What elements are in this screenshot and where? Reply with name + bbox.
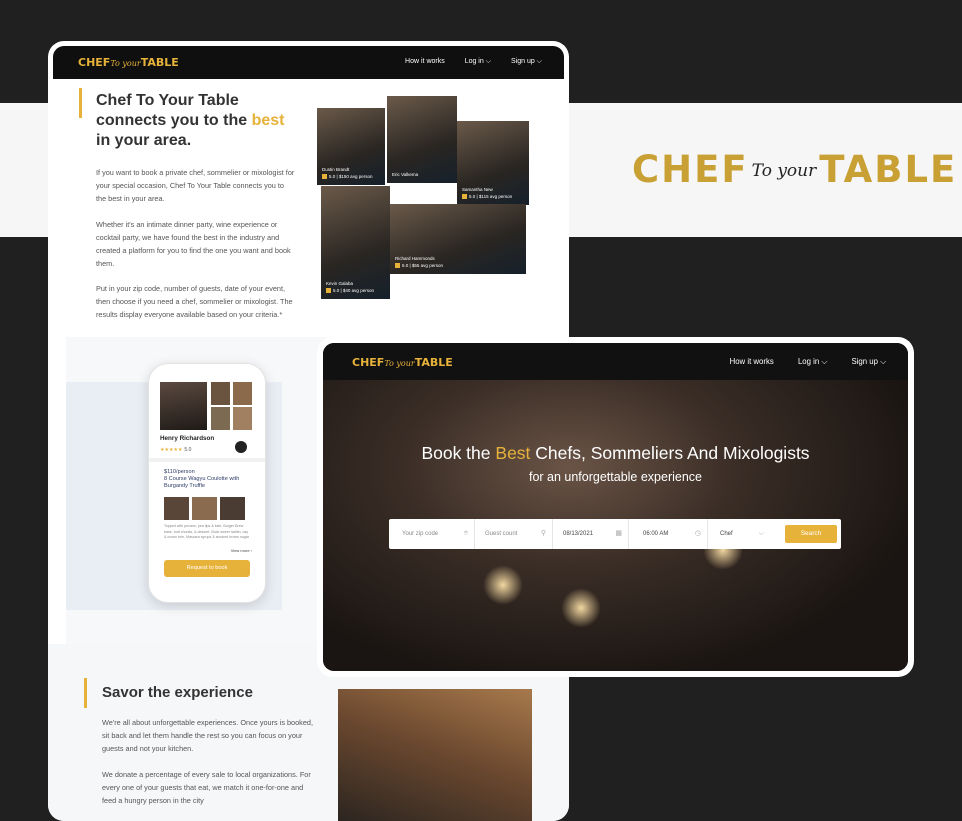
dish-thumb <box>192 497 217 520</box>
intro-title: Chef To Your Table connects you to the b… <box>96 92 285 149</box>
location-icon: ⌾ <box>463 530 468 537</box>
nav-logo[interactable]: CHEFTo yourTABLE <box>78 56 179 69</box>
savor-paragraph-2: We donate a percentage of every sale to … <box>102 770 311 805</box>
nav-signup[interactable]: Sign up ⌵ <box>851 357 886 366</box>
hero-headline: Book the Best Chefs, Sommeliers And Mixo… <box>421 443 810 463</box>
dish-photo <box>211 382 230 405</box>
dinner-party-photo <box>338 689 532 821</box>
chef-card[interactable]: Dustin Brandt 5.0 | $150 avg person <box>317 108 385 185</box>
savor-paragraph-1: We're all about unforgettable experience… <box>102 718 313 753</box>
view-more-link[interactable]: View more › <box>231 548 252 553</box>
chef-photo <box>160 382 207 430</box>
intro-paragraph-2: Whether it's an intimate dinner party, w… <box>96 220 291 268</box>
intro-paragraph-3: Put in your zip code, number of guests, … <box>96 284 293 319</box>
nav-login[interactable]: Log in ⌵ <box>465 58 491 65</box>
dish-photo <box>233 407 252 430</box>
chef-card[interactable]: Eric Valkema <box>387 96 457 183</box>
nav-how-it-works[interactable]: How it works <box>730 357 774 366</box>
search-bar: Your zip code ⌾ Guest count ⚲ 08/13/2021 ▦ … <box>389 519 841 549</box>
chef-collage: Dustin Brandt 5.0 | $150 avg person Eric … <box>317 96 529 299</box>
brand-logo-large: CHEF To yourTABLE <box>632 148 958 191</box>
accent-bar <box>79 88 82 118</box>
chef-card[interactable]: Samantha New 5.0 | $115 avg person <box>457 121 529 205</box>
candle-glow <box>561 588 601 628</box>
divider <box>149 458 265 462</box>
intro-paragraph-1: If you want to book a private chef, somm… <box>96 168 295 203</box>
hero-nav: CHEFTo yourTABLE How it works Log in ⌵ S… <box>323 343 908 380</box>
service-type-select[interactable]: Chef ⌵ <box>708 519 778 549</box>
savor-title: Savor the experience <box>102 684 253 701</box>
chef-card[interactable]: Kevin Galaba 5.0 | $40 avg person <box>321 186 390 299</box>
hero-subline: for an unforgettable experience <box>528 470 703 484</box>
nav-login[interactable]: Log in ⌵ <box>798 357 827 366</box>
chef-card[interactable]: Richard Hammonds 5.0 | $55 avg person <box>390 204 526 274</box>
nav-signup[interactable]: Sign up ⌵ <box>511 58 542 65</box>
nav-how-it-works[interactable]: How it works <box>405 58 445 65</box>
nav-logo[interactable]: CHEFTo yourTABLE <box>352 356 453 369</box>
dish-thumb <box>164 497 189 520</box>
dish-photo <box>211 407 230 430</box>
top-nav: CHEFTo yourTABLE How it works Log in ⌵ S… <box>53 46 564 79</box>
user-icon: ⚲ <box>540 530 546 537</box>
chef-name: Henry Richardson <box>160 435 215 442</box>
rating-stars: ★★★★★ 5.0 <box>160 447 192 453</box>
calendar-icon: ▦ <box>615 530 622 537</box>
date-input[interactable]: 08/13/2021 ▦ <box>553 519 629 549</box>
time-input[interactable]: 06:00 AM ◷ <box>629 519 708 549</box>
menu-description: Topped with pecans, pea tips & kale, Bur… <box>164 524 250 539</box>
guest-count-input[interactable]: Guest count ⚲ <box>475 519 553 549</box>
search-button[interactable]: Search <box>785 525 837 543</box>
hero-card: CHEFTo yourTABLE How it works Log in ⌵ S… <box>317 337 914 677</box>
message-icon[interactable] <box>235 441 247 453</box>
chevron-down-icon: ⌵ <box>758 530 764 537</box>
clock-icon: ◷ <box>694 530 701 537</box>
menu-item: $110/person 8 Course Wagyu Coulotte with … <box>164 469 240 489</box>
candle-glow <box>483 565 523 605</box>
request-to-book-button[interactable]: Request to book <box>164 560 250 577</box>
dish-thumb <box>220 497 245 520</box>
phone-mockup: Henry Richardson ★★★★★ 5.0 $110/person 8 C… <box>148 363 266 603</box>
zip-code-input[interactable]: Your zip code ⌾ <box>389 519 475 549</box>
accent-bar <box>84 678 87 708</box>
dish-photo <box>233 382 252 405</box>
